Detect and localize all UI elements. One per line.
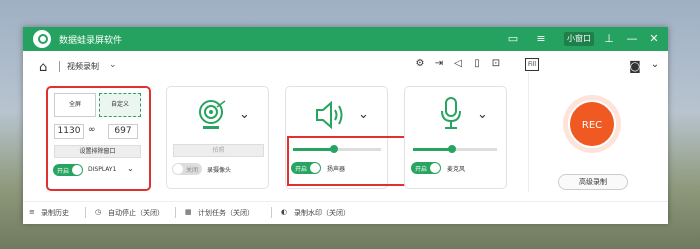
chevron-down-icon[interactable]: ⌄ — [648, 58, 662, 72]
toggle-label: 开启 — [415, 166, 428, 173]
mic-label: 麦克风 — [447, 166, 466, 173]
speaker-icon[interactable]: ◁ — [451, 57, 465, 71]
clock-icon[interactable]: ◷ — [95, 208, 101, 216]
microphone-icon — [441, 97, 461, 129]
app-title: 数据蛙录屏软件 — [59, 36, 123, 46]
mini-window-button[interactable]: 小窗口 — [564, 32, 594, 46]
advanced-record-button[interactable]: 高级录制 — [558, 174, 628, 190]
rec-button[interactable]: REC — [568, 100, 616, 148]
camera-card: ⌄ 拍照 关闭 录摄像头 — [166, 86, 269, 189]
chevron-down-icon[interactable]: ⌄ — [239, 107, 250, 122]
toggle-label: 开启 — [295, 166, 308, 173]
speaker-toggle[interactable]: 开启 — [291, 162, 321, 174]
chevron-down-icon[interactable]: ⌄ — [109, 60, 117, 70]
home-icon[interactable]: ⌂ — [39, 60, 47, 75]
settings-gear-icon[interactable]: ⚙ — [413, 57, 427, 71]
link-icon[interactable]: ∞ — [88, 125, 96, 135]
pin-icon[interactable]: ⊥ — [601, 31, 617, 47]
mic-volume-slider[interactable] — [413, 145, 497, 153]
chevron-down-icon[interactable]: ⌄ — [358, 107, 369, 122]
export-icon[interactable]: ⇥ — [432, 57, 446, 71]
toggle-label: 关闭 — [186, 167, 199, 174]
bottom-bar: ≡ 录制历史 ◷ 自动停止（关闭） ▦ 计划任务（关闭） ◐ 录制水印（关闭） — [23, 201, 668, 224]
watermark-link[interactable]: 录制水印（关闭） — [294, 208, 350, 218]
mouse-icon[interactable]: ▯ — [470, 57, 484, 71]
divider — [59, 61, 60, 72]
height-input[interactable]: 697 — [108, 124, 138, 139]
schedule-link[interactable]: 计划任务（关闭） — [198, 208, 254, 218]
divider — [271, 207, 272, 218]
mode-selector[interactable]: 视频录制 — [67, 61, 99, 72]
toggle-label: 开启 — [57, 168, 70, 175]
divider — [85, 207, 86, 218]
exclude-window-button[interactable]: 设置排除窗口 — [54, 145, 141, 158]
app-window: 数据蛙录屏软件 ▭ ≡ 小窗口 ⊥ — ✕ ⌂ 视频录制 ⌄ ⚙ ⇥ ◁ ▯ ⊡… — [23, 27, 668, 224]
toggle-knob — [430, 163, 440, 173]
mic-toggle[interactable]: 开启 — [411, 162, 441, 174]
toggle-knob — [173, 164, 183, 174]
speaker-volume-slider[interactable] — [293, 145, 381, 153]
history-icon[interactable]: ≡ — [29, 208, 35, 216]
auto-stop-link[interactable]: 自动停止（关闭） — [108, 208, 164, 218]
camera-icon[interactable]: ◙ — [628, 59, 642, 73]
width-input[interactable]: 1130 — [54, 124, 84, 139]
recorder-icon[interactable]: ⊡ — [489, 57, 503, 71]
camera-toggle[interactable]: 关闭 — [172, 163, 202, 175]
watermark-icon[interactable]: ◐ — [281, 208, 287, 216]
menu-icon[interactable]: ≡ — [533, 31, 549, 47]
snapshot-button[interactable]: 拍照 — [173, 144, 264, 157]
screen-toggle[interactable]: 开启 — [53, 164, 83, 176]
fullscreen-button[interactable]: 全屏 — [54, 93, 96, 117]
history-link[interactable]: 录制历史 — [41, 208, 69, 218]
chevron-down-icon[interactable]: ⌄ — [477, 107, 488, 122]
screen-area-card: 全屏 自定义 1130 ∞ 697 设置排除窗口 开启 DISPLAY1 ⌄ — [46, 86, 151, 191]
close-icon[interactable]: ✕ — [646, 31, 662, 47]
minimize-icon[interactable]: — — [624, 31, 640, 47]
divider — [528, 72, 529, 192]
camera-label: 录摄像头 — [207, 167, 232, 174]
calendar-icon[interactable]: ▦ — [185, 208, 192, 216]
toggle-knob — [72, 165, 82, 175]
speaker-label: 扬声器 — [327, 166, 346, 173]
app-logo-icon — [33, 30, 51, 48]
title-bar: 数据蛙录屏软件 ▭ ≡ 小窗口 ⊥ — ✕ — [23, 27, 668, 51]
toggle-knob — [310, 163, 320, 173]
display-selector[interactable]: DISPLAY1 — [88, 166, 116, 173]
custom-area-button[interactable]: 自定义 — [99, 93, 141, 117]
webcam-icon — [199, 100, 226, 129]
message-icon[interactable]: ▭ — [505, 31, 521, 47]
fit-screen-icon[interactable]: Fill — [525, 58, 539, 71]
divider — [175, 207, 176, 218]
speaker-icon — [316, 100, 343, 130]
chevron-down-icon[interactable]: ⌄ — [127, 164, 134, 173]
